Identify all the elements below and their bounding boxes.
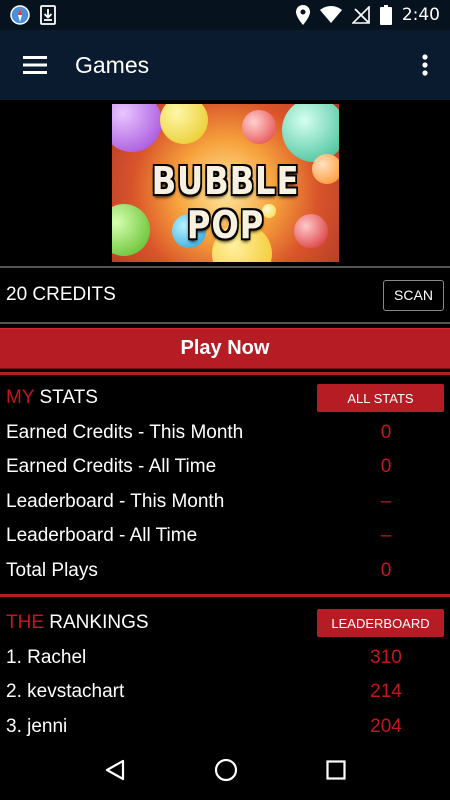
divider: [0, 322, 450, 324]
ranking-name: 1. Rachel: [6, 647, 87, 668]
credits-count: 20 CREDITS: [6, 284, 116, 305]
stat-value: –: [380, 491, 392, 512]
stat-label: Earned Credits - All Time: [6, 456, 217, 477]
stat-value: 0: [380, 422, 392, 443]
stat-row: Earned Credits - This Month 0: [0, 416, 450, 450]
download-icon: [40, 5, 56, 25]
ranking-row: 3. jenni 204: [0, 710, 450, 744]
scan-button[interactable]: SCAN: [383, 279, 444, 311]
rankings-header: THE RANKINGS LEADERBOARD: [0, 606, 450, 640]
my-stats-header: MY STATS ALL STATS: [0, 381, 450, 415]
my-stats-title: MY STATS: [6, 387, 98, 408]
battery-icon: [379, 5, 392, 25]
game-banner[interactable]: BUBBLE POP: [111, 104, 339, 262]
bubble-decoration: [241, 110, 276, 144]
all-stats-button[interactable]: ALL STATS: [317, 384, 444, 412]
stat-row: Leaderboard - All Time –: [0, 519, 450, 553]
credits-row: 20 CREDITS SCAN: [0, 268, 450, 322]
system-nav-bar: [0, 740, 450, 800]
game-title-logo: BUBBLE POP: [151, 159, 299, 247]
divider: [0, 372, 450, 375]
more-vert-icon: [422, 54, 428, 76]
stat-row: Earned Credits - All Time 0: [0, 450, 450, 484]
leaderboard-button[interactable]: LEADERBOARD: [317, 609, 444, 637]
stat-value: –: [380, 525, 392, 546]
game-banner-container: BUBBLE POP: [0, 100, 450, 266]
stat-value: 0: [380, 456, 392, 477]
menu-icon: [23, 56, 47, 74]
ranking-score: 214: [370, 681, 402, 702]
bubble-decoration: [111, 104, 162, 152]
ranking-score: 204: [370, 716, 402, 737]
bubble-decoration: [159, 104, 208, 144]
stat-row: Leaderboard - This Month –: [0, 485, 450, 519]
app-bar: Games: [0, 30, 450, 100]
ranking-row: 2. kevstachart 214: [0, 675, 450, 709]
status-bar: 2:40: [0, 0, 450, 30]
back-icon[interactable]: [104, 759, 126, 781]
play-now-button[interactable]: Play Now: [0, 328, 450, 369]
stat-label: Leaderboard - All Time: [6, 525, 198, 546]
ranking-score: 310: [370, 647, 402, 668]
home-icon[interactable]: [214, 758, 238, 782]
recents-icon[interactable]: [326, 760, 346, 780]
no-signal-icon: [351, 6, 370, 24]
stat-label: Total Plays: [6, 560, 98, 581]
rankings-title: THE RANKINGS: [6, 612, 149, 633]
stat-value: 0: [380, 560, 392, 581]
ranking-name: 2. kevstachart: [6, 681, 125, 702]
location-icon: [295, 5, 310, 25]
overflow-menu-button[interactable]: [400, 30, 450, 100]
ranking-name: 3. jenni: [6, 716, 68, 737]
menu-button[interactable]: [0, 30, 70, 100]
wifi-icon: [319, 6, 342, 24]
stat-label: Leaderboard - This Month: [6, 491, 225, 512]
divider: [0, 594, 450, 597]
ranking-row: 1. Rachel 310: [0, 641, 450, 675]
compass-icon: [10, 5, 30, 25]
page-title: Games: [75, 51, 150, 78]
stat-row: Total Plays 0: [0, 554, 450, 588]
stat-label: Earned Credits - This Month: [6, 422, 244, 443]
status-time: 2:40: [401, 5, 440, 25]
